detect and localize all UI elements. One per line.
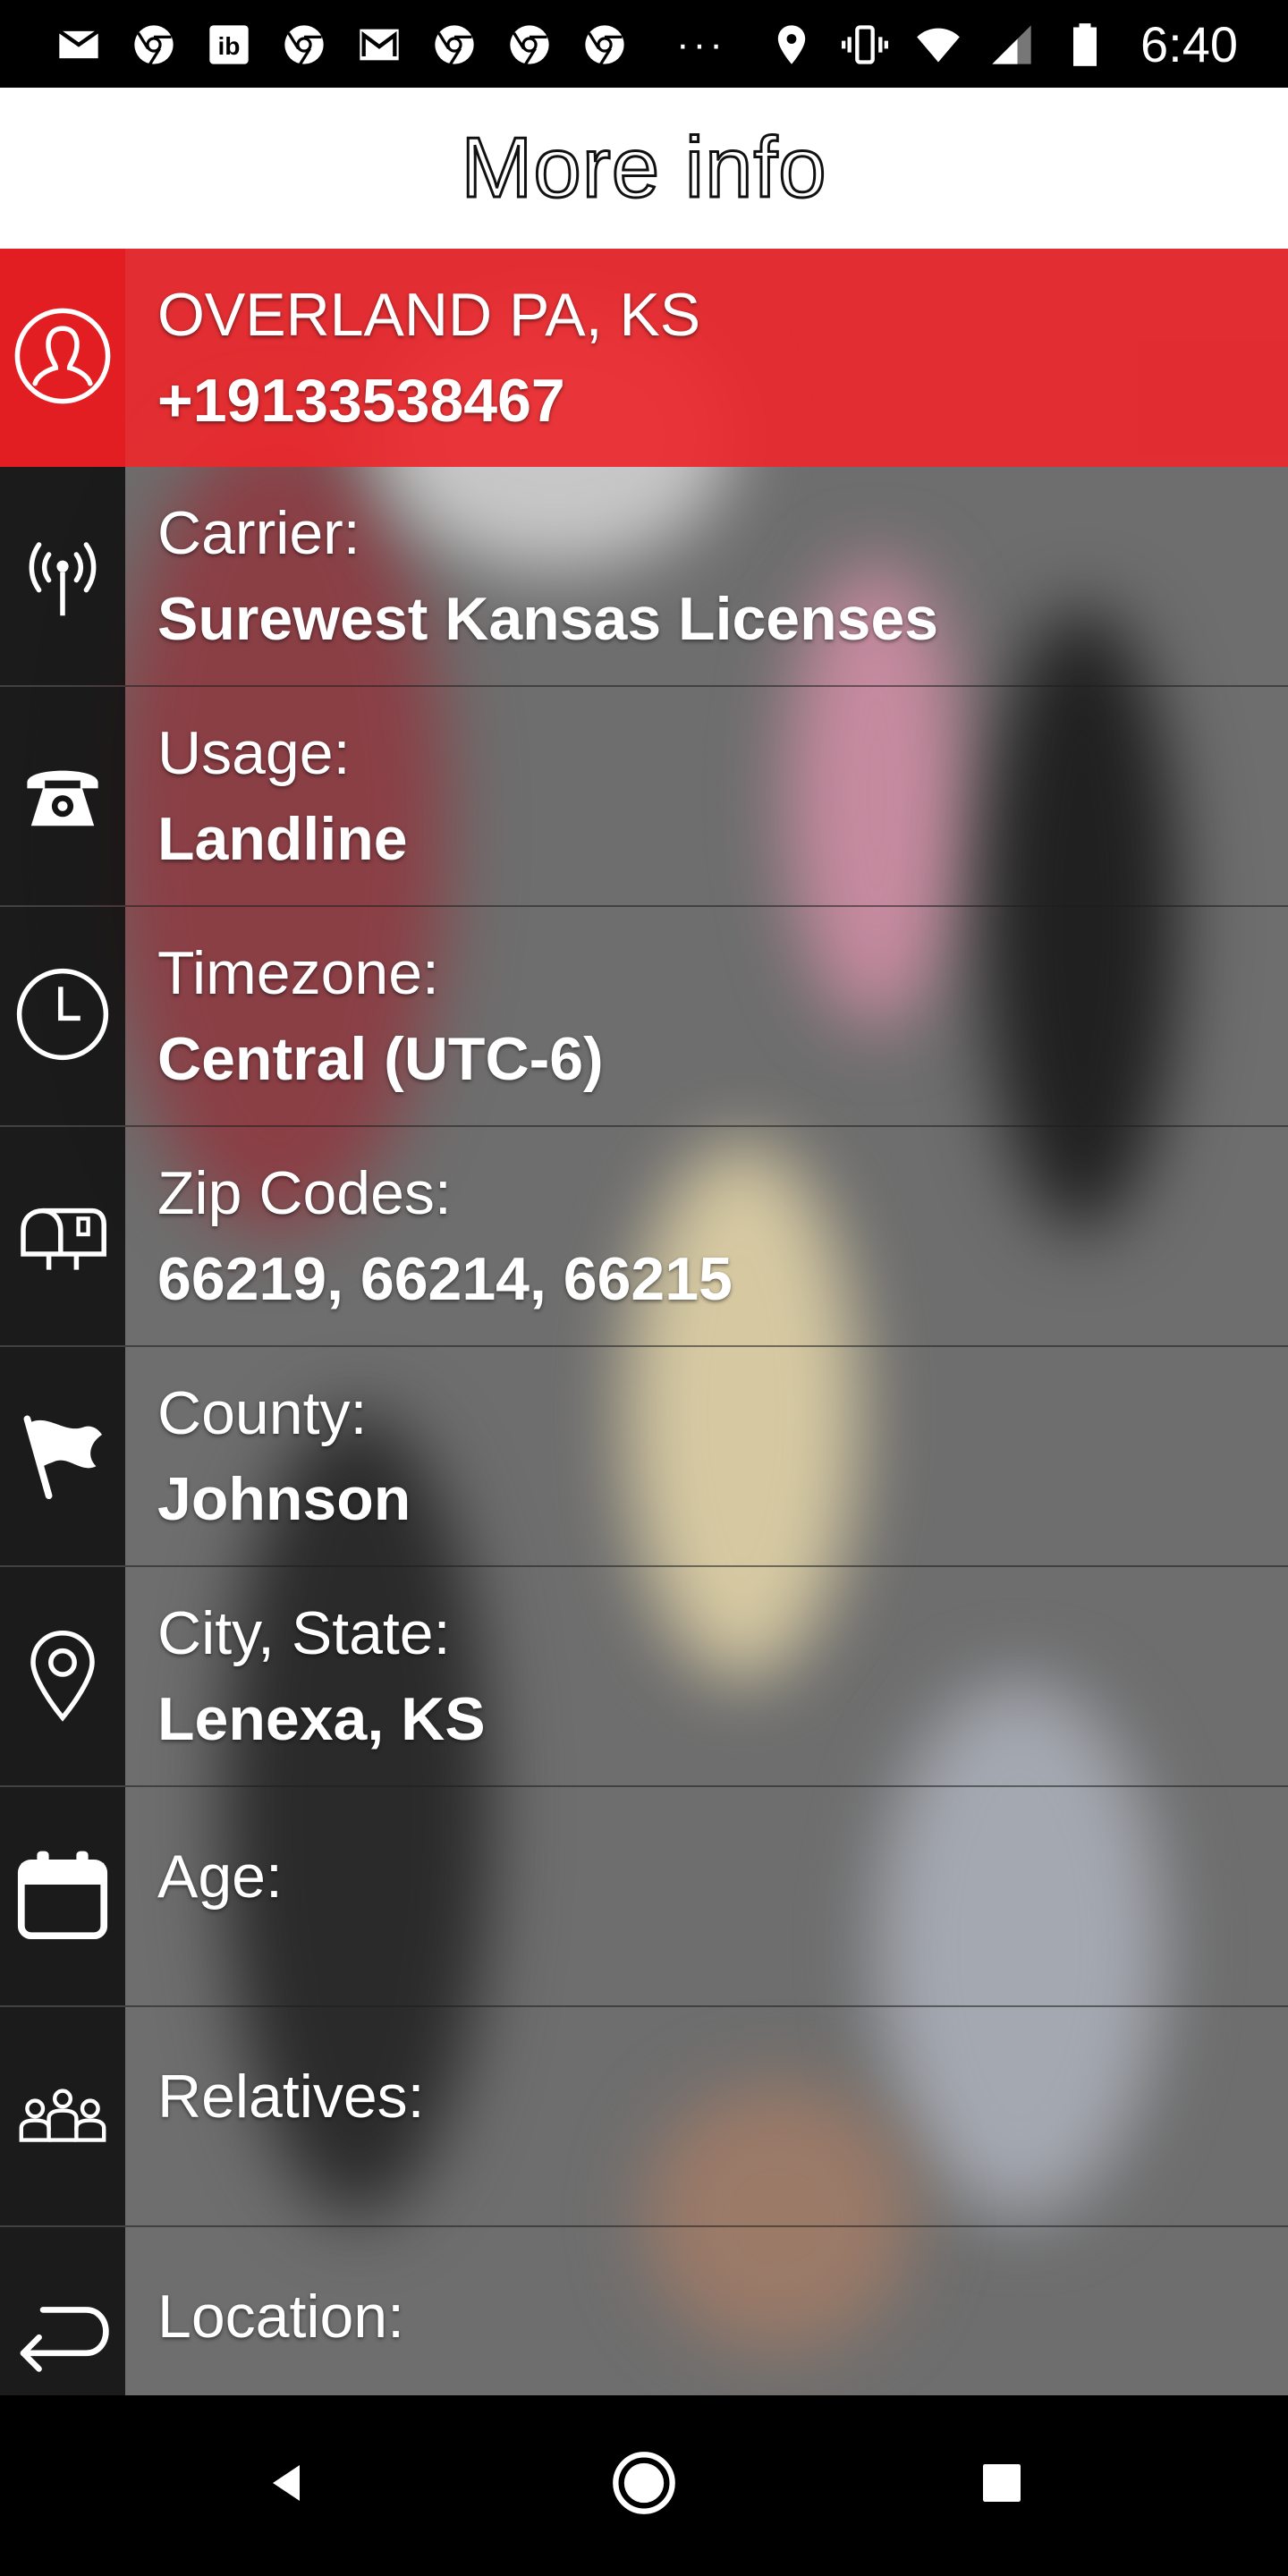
signal-icon bbox=[987, 20, 1037, 70]
info-row-zip-codes[interactable]: Zip Codes: 66219, 66214, 66215 bbox=[0, 1127, 1288, 1347]
people-icon bbox=[13, 2065, 112, 2168]
vibrate-icon bbox=[840, 20, 890, 70]
row-icon-column bbox=[0, 1347, 125, 1565]
age-label: Age: bbox=[157, 1843, 283, 1911]
calendar-icon bbox=[13, 1845, 112, 1948]
chrome-icon bbox=[129, 20, 179, 70]
overflow-indicator: ··· bbox=[676, 22, 726, 66]
summary-phone[interactable]: +19133538467 bbox=[157, 358, 700, 444]
back-button[interactable] bbox=[242, 2440, 331, 2529]
row-text: Age: bbox=[157, 1787, 283, 2005]
clock-icon bbox=[13, 965, 112, 1068]
gmail-icon bbox=[354, 20, 404, 70]
battery-icon bbox=[1060, 20, 1110, 70]
row-icon-column bbox=[0, 1787, 125, 2005]
summary-text: OVERLAND PA, KS +19133538467 bbox=[157, 249, 700, 467]
info-row-timezone[interactable]: Timezone: Central (UTC-6) bbox=[0, 907, 1288, 1127]
back-icon bbox=[259, 2456, 313, 2514]
row-text: Carrier: Surewest Kansas Licenses bbox=[157, 467, 938, 685]
notification-icons: ib ··· bbox=[54, 20, 726, 70]
chrome-icon bbox=[504, 20, 555, 70]
person-icon bbox=[13, 307, 112, 410]
row-text: County: Johnson bbox=[157, 1347, 411, 1565]
row-text: City, State: Lenexa, KS bbox=[157, 1567, 486, 1785]
page-title: More info bbox=[460, 119, 827, 217]
city-state-value: Lenexa, KS bbox=[157, 1685, 486, 1753]
summary-row[interactable]: OVERLAND PA, KS +19133538467 bbox=[0, 249, 1288, 467]
telephone-icon bbox=[13, 745, 112, 848]
info-list[interactable]: OVERLAND PA, KS +19133538467 Carrier: Su… bbox=[0, 249, 1288, 2395]
zip-codes-value: 66219, 66214, 66215 bbox=[157, 1245, 733, 1313]
mailbox-icon bbox=[13, 1185, 112, 1288]
mail-icon bbox=[54, 20, 104, 70]
summary-location: OVERLAND PA, KS bbox=[157, 281, 701, 349]
timezone-label: Timezone: bbox=[157, 939, 439, 1007]
info-row-county[interactable]: County: Johnson bbox=[0, 1347, 1288, 1567]
row-icon-column bbox=[0, 1567, 125, 1785]
system-nav-bar bbox=[0, 2395, 1288, 2576]
app-header: More info bbox=[0, 88, 1288, 249]
flag-icon bbox=[13, 1405, 112, 1508]
return-arrow-icon bbox=[13, 2286, 112, 2389]
zip-codes-label: Zip Codes: bbox=[157, 1159, 452, 1227]
county-value: Johnson bbox=[157, 1465, 411, 1533]
usage-label: Usage: bbox=[157, 719, 351, 787]
chrome-icon bbox=[580, 20, 630, 70]
row-icon-column bbox=[0, 467, 125, 685]
map-pin-icon bbox=[13, 1625, 112, 1728]
recents-icon bbox=[977, 2458, 1027, 2512]
row-icon-column bbox=[0, 687, 125, 905]
row-text: Usage: Landline bbox=[157, 687, 408, 905]
status-bar: ib ··· 6:40 bbox=[0, 0, 1288, 88]
county-label: County: bbox=[157, 1379, 368, 1447]
row-text: Location: bbox=[157, 2227, 404, 2395]
timezone-value: Central (UTC-6) bbox=[157, 1025, 604, 1093]
ib-icon: ib bbox=[204, 20, 254, 70]
row-icon-column bbox=[0, 907, 125, 1125]
info-row-age[interactable]: Age: bbox=[0, 1787, 1288, 2007]
relatives-label: Relatives: bbox=[157, 2063, 425, 2131]
carrier-value: Surewest Kansas Licenses bbox=[157, 585, 939, 653]
row-text: Timezone: Central (UTC-6) bbox=[157, 907, 604, 1125]
info-row-usage[interactable]: Usage: Landline bbox=[0, 687, 1288, 907]
clock-time: 6:40 bbox=[1140, 16, 1238, 72]
info-row-carrier[interactable]: Carrier: Surewest Kansas Licenses bbox=[0, 467, 1288, 687]
location-icon bbox=[767, 20, 817, 70]
chrome-icon bbox=[279, 20, 329, 70]
row-icon-column bbox=[0, 2227, 125, 2395]
chrome-icon bbox=[429, 20, 479, 70]
usage-value: Landline bbox=[157, 805, 408, 873]
info-row-location[interactable]: Location: bbox=[0, 2227, 1288, 2395]
row-text: Relatives: bbox=[157, 2007, 425, 2225]
system-icons: 6:40 bbox=[767, 20, 1238, 70]
antenna-icon bbox=[13, 525, 112, 628]
summary-icon-column bbox=[0, 249, 125, 467]
city-state-label: City, State: bbox=[157, 1599, 451, 1667]
home-icon bbox=[610, 2449, 678, 2521]
svg-text:ib: ib bbox=[217, 32, 240, 60]
recents-button[interactable] bbox=[957, 2440, 1046, 2529]
carrier-label: Carrier: bbox=[157, 499, 360, 567]
info-row-city-state[interactable]: City, State: Lenexa, KS bbox=[0, 1567, 1288, 1787]
wifi-icon bbox=[913, 20, 963, 70]
row-text: Zip Codes: 66219, 66214, 66215 bbox=[157, 1127, 733, 1345]
home-button[interactable] bbox=[599, 2440, 689, 2529]
row-icon-column bbox=[0, 2007, 125, 2225]
row-icon-column bbox=[0, 1127, 125, 1345]
info-row-relatives[interactable]: Relatives: bbox=[0, 2007, 1288, 2227]
location-label: Location: bbox=[157, 2283, 404, 2351]
